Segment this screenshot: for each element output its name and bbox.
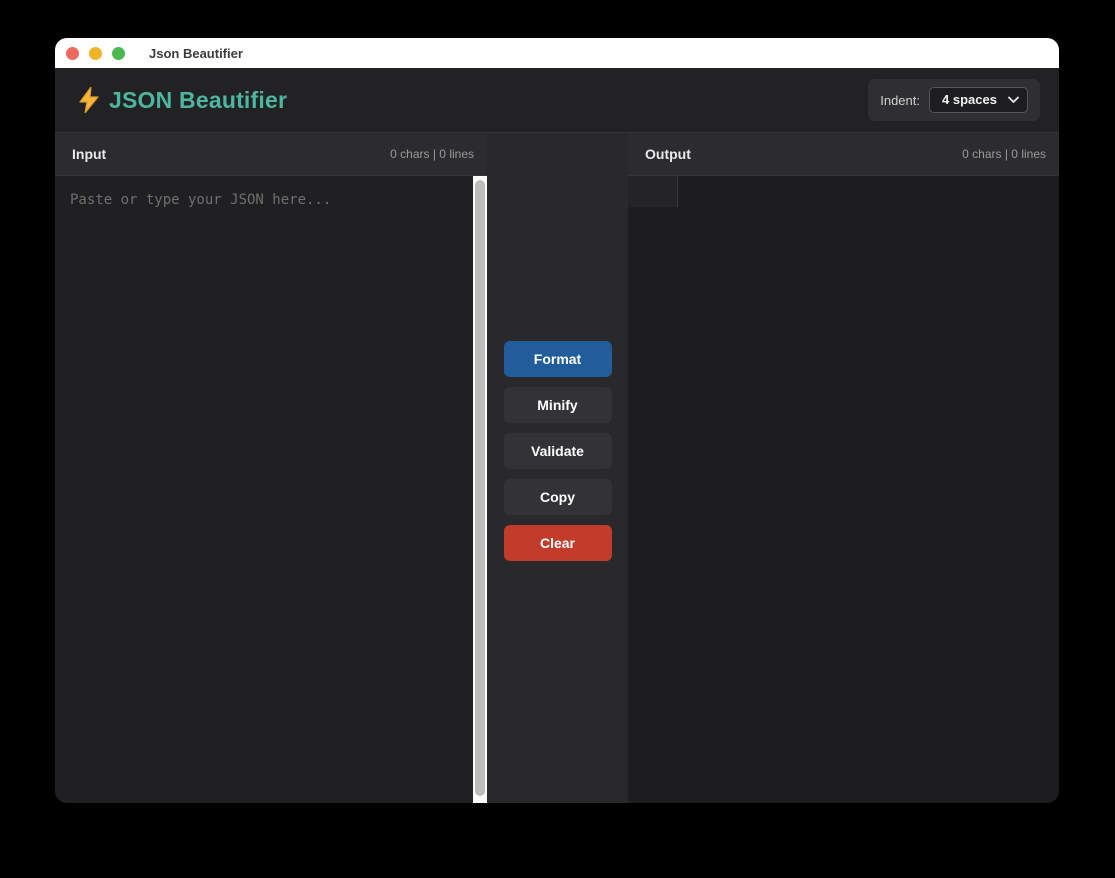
validate-button[interactable]: Validate [504, 433, 612, 469]
close-window-button[interactable] [66, 47, 79, 60]
action-toolbar: Format Minify Validate Copy Clear [487, 133, 628, 803]
app-title: JSON Beautifier [109, 87, 287, 114]
minimize-window-button[interactable] [89, 47, 102, 60]
json-input-textarea[interactable] [55, 176, 487, 803]
output-panel-title: Output [645, 146, 691, 162]
input-panel-title: Input [72, 146, 106, 162]
input-panel: Input 0 chars | 0 lines [55, 133, 487, 803]
format-button[interactable]: Format [504, 341, 612, 377]
minify-button[interactable]: Minify [504, 387, 612, 423]
indent-label: Indent: [880, 93, 920, 108]
input-panel-header: Input 0 chars | 0 lines [55, 133, 487, 176]
output-gutter-cell [628, 176, 678, 207]
input-stats: 0 chars | 0 lines [390, 147, 474, 161]
output-stats: 0 chars | 0 lines [962, 147, 1046, 161]
window-title: Json Beautifier [149, 46, 243, 61]
copy-button[interactable]: Copy [504, 479, 612, 515]
output-editor [628, 176, 1059, 803]
input-scrollbar-thumb[interactable] [475, 180, 485, 796]
app-window: Json Beautifier JSON Beautifier Indent: … [55, 38, 1059, 803]
input-scrollbar-track[interactable] [473, 176, 487, 803]
app-header: JSON Beautifier Indent: 4 spaces [55, 68, 1059, 133]
output-panel: Output 0 chars | 0 lines [628, 133, 1059, 803]
content-area: Input 0 chars | 0 lines Format Minify Va… [55, 133, 1059, 803]
zoom-window-button[interactable] [112, 47, 125, 60]
input-editor [55, 176, 487, 803]
titlebar[interactable]: Json Beautifier [55, 38, 1059, 68]
indent-control: Indent: 4 spaces [868, 79, 1040, 121]
indent-select[interactable]: 4 spaces [929, 87, 1028, 113]
clear-button[interactable]: Clear [504, 525, 612, 561]
output-content [679, 176, 1059, 803]
lightning-bolt-icon [78, 87, 100, 113]
output-panel-header: Output 0 chars | 0 lines [628, 133, 1059, 176]
